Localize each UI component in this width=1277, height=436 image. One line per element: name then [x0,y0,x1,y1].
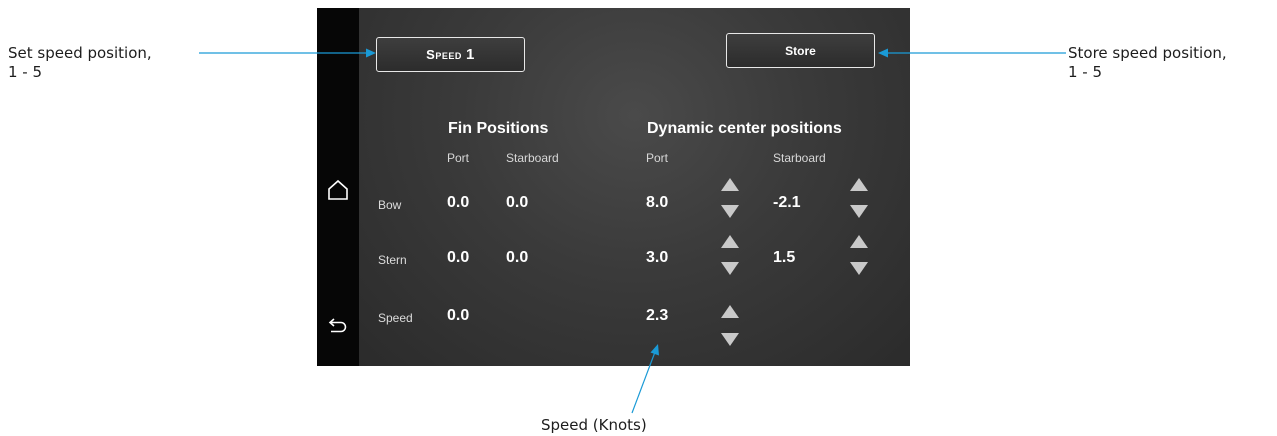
callout-store-speed-line1: Store speed position, [1068,44,1227,62]
callout-speed-knots: Speed (Knots) [541,416,647,434]
stern-port-up-arrow-icon[interactable] [721,235,739,248]
callout-set-speed-line2: 1 - 5 [8,63,43,81]
speed-select-button[interactable]: Speed 1 [376,37,525,72]
store-button[interactable]: Store [726,33,875,68]
bow-starboard-up-arrow-icon[interactable] [850,178,868,191]
speed-button-number: 1 [465,46,475,63]
stern-fin-port-value: 0.0 [447,249,470,266]
callout-set-speed: Set speed position, 1 - 5 [8,44,198,82]
dynamic-title: Dynamic center positions [647,120,842,137]
bow-dyn-starboard-value: -2.1 [773,194,801,211]
stern-starboard-down-arrow-icon[interactable] [850,262,868,275]
back-icon[interactable] [326,312,350,336]
bow-starboard-down-arrow-icon[interactable] [850,205,868,218]
speed-button-prefix: Speed [426,47,462,62]
fin-starboard-header: Starboard [506,151,559,165]
fin-port-header: Port [447,151,470,165]
bow-fin-starboard-value: 0.0 [506,194,529,211]
bow-dyn-port-value: 8.0 [646,194,669,211]
bow-fin-port-value: 0.0 [447,194,470,211]
callout-store-speed: Store speed position, 1 - 5 [1068,44,1273,82]
fin-positions-title: Fin Positions [448,120,549,137]
stern-fin-starboard-value: 0.0 [506,249,529,266]
bow-port-up-arrow-icon[interactable] [721,178,739,191]
dynamic-starboard-header: Starboard [773,151,826,165]
dynamic-port-header: Port [646,151,669,165]
row-label-stern: Stern [378,253,407,267]
screen: Speed 1 Store Fin Positions Port Starboa… [359,8,910,366]
speed-dyn-port-value: 2.3 [646,307,669,324]
stern-starboard-up-arrow-icon[interactable] [850,235,868,248]
stern-dyn-port-value: 3.0 [646,249,669,266]
device-display: Speed 1 Store Fin Positions Port Starboa… [317,8,910,366]
speed-down-arrow-icon[interactable] [721,333,739,346]
home-icon[interactable] [326,178,350,202]
stern-dyn-starboard-value: 1.5 [773,249,796,266]
bow-port-down-arrow-icon[interactable] [721,205,739,218]
stern-port-down-arrow-icon[interactable] [721,262,739,275]
speed-up-arrow-icon[interactable] [721,305,739,318]
callout-set-speed-line1: Set speed position, [8,44,152,62]
speed-fin-port-value: 0.0 [447,307,470,324]
row-label-speed: Speed [378,311,413,325]
nav-bar [317,8,359,366]
callout-store-speed-line2: 1 - 5 [1068,63,1103,81]
row-label-bow: Bow [378,198,402,212]
